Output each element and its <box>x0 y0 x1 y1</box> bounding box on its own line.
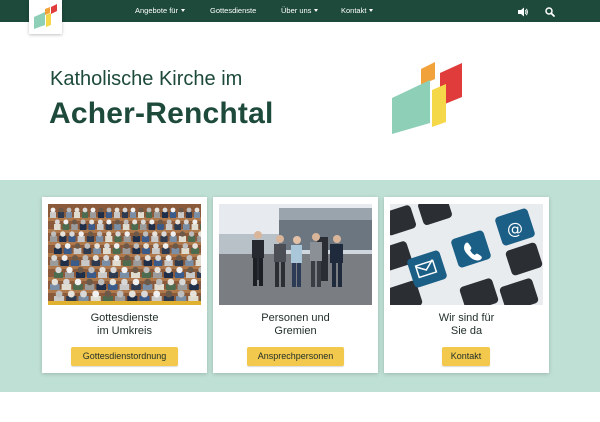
caret-down-icon <box>180 8 185 12</box>
nav-item-label: Angebote für <box>135 6 178 15</box>
group-of-people-photo <box>219 204 372 305</box>
kontakt-button[interactable]: Kontakt <box>442 347 490 366</box>
card-kontakt: @ Wir sind für Sie da Kontakt <box>384 197 549 373</box>
card-title-line: Sie da <box>450 325 483 337</box>
nav-item-label: Über uns <box>281 6 312 15</box>
card-title-line: Gremien <box>274 325 317 337</box>
hero-subtitle: Katholische Kirche im <box>50 68 243 90</box>
logo-icon <box>34 4 57 29</box>
card-title-line: Gottesdienste <box>90 312 159 324</box>
nav-item-ueber-uns[interactable]: Über uns <box>281 0 319 22</box>
logo-graphic-icon <box>392 62 462 134</box>
site-logo[interactable] <box>29 0 62 34</box>
at-sign-icon: @ <box>507 219 523 238</box>
nav-item-angebote[interactable]: Angebote für <box>135 0 185 22</box>
speaker-icon[interactable] <box>517 5 529 17</box>
caret-down-icon <box>369 8 374 12</box>
keyboard-contact-keys-photo: @ <box>390 204 543 305</box>
card-personen: Personen und Gremien Ansprechpersonen <box>213 197 378 373</box>
card-title-line: im Umkreis <box>97 325 152 337</box>
card-title: Gottesdienste im Umkreis <box>42 312 207 338</box>
nav-item-kontakt[interactable]: Kontakt <box>341 0 374 22</box>
card-title-line: Wir sind für <box>438 312 495 324</box>
card-title-line: Personen und <box>261 312 330 324</box>
search-icon[interactable] <box>544 5 556 17</box>
hero-title: Acher-Renchtal <box>49 97 274 130</box>
church-congregation-photo <box>48 204 201 305</box>
nav-item-gottesdienste[interactable]: Gottesdienste <box>210 0 256 22</box>
gottesdienstordnung-button[interactable]: Gottesdienstordnung <box>71 347 178 366</box>
ansprechpersonen-button[interactable]: Ansprechpersonen <box>247 347 344 366</box>
card-title: Personen und Gremien <box>213 312 378 338</box>
nav-item-label: Kontakt <box>341 6 367 15</box>
caret-down-icon <box>314 8 319 12</box>
main-nav: Angebote für Gottesdienste Über uns Kont… <box>0 0 600 22</box>
nav-item-label: Gottesdienste <box>210 6 257 15</box>
hero-logo <box>390 60 465 141</box>
card-gottesdienste: Gottesdienste im Umkreis Gottesdienstord… <box>42 197 207 373</box>
card-title: Wir sind für Sie da <box>384 312 549 338</box>
